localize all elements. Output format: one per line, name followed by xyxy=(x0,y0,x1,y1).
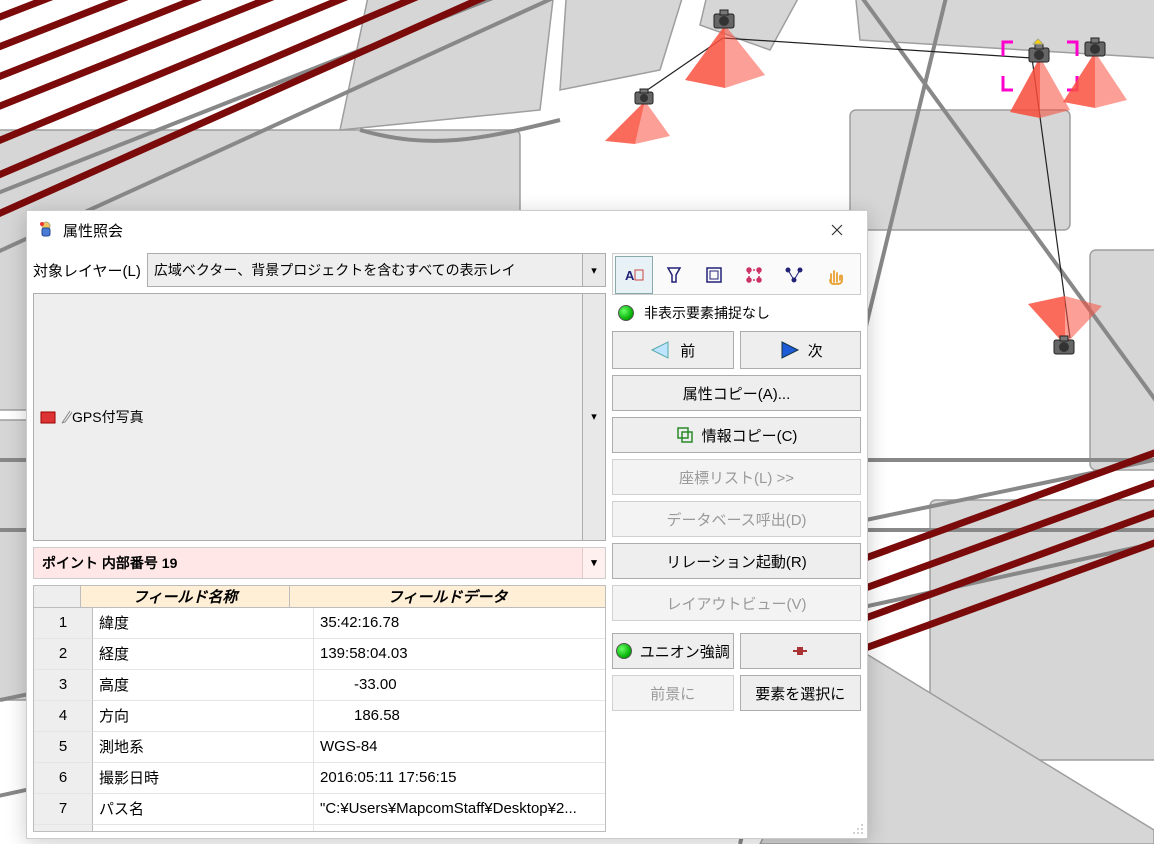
toolbar: A xyxy=(612,253,861,295)
attribute-grid[interactable]: フィールド名称 フィールドデータ 1緯度35:42:16.782経度139:58… xyxy=(33,585,606,833)
status-led-icon xyxy=(618,305,634,321)
copy-icon xyxy=(676,426,694,444)
tool-attr-icon[interactable]: A xyxy=(615,256,653,294)
field-data-cell[interactable]: 35:42:16.78 xyxy=(314,608,605,639)
select-element-button[interactable]: 要素を選択に xyxy=(740,675,862,711)
row-number[interactable]: 4 xyxy=(34,701,93,732)
field-name-cell[interactable]: パス名 xyxy=(93,794,314,825)
table-row[interactable]: 2経度139:58:04.03 xyxy=(34,639,605,670)
sublayer-dropdown[interactable]: GPS付写真 ▾ xyxy=(33,293,606,541)
union-target-button[interactable] xyxy=(740,633,862,669)
table-row[interactable]: 8No20 xyxy=(34,825,605,833)
row-number[interactable]: 2 xyxy=(34,639,93,670)
tool-nodes-icon[interactable] xyxy=(735,256,773,294)
dialog-titlebar[interactable]: 属性照会 xyxy=(27,211,867,249)
triangle-left-icon xyxy=(650,341,672,359)
field-name-cell[interactable]: 緯度 xyxy=(93,608,314,639)
svg-text:A: A xyxy=(625,268,635,283)
db-call-button[interactable]: データベース呼出(D) xyxy=(612,501,861,537)
nav-prev-button[interactable]: 前 xyxy=(612,331,734,369)
attr-copy-button[interactable]: 属性コピー(A)... xyxy=(612,375,861,411)
resize-grip-icon[interactable] xyxy=(851,822,865,836)
row-number[interactable]: 6 xyxy=(34,763,93,794)
field-name-cell[interactable]: 高度 xyxy=(93,670,314,701)
row-number[interactable]: 3 xyxy=(34,670,93,701)
element-combo[interactable]: ポイント 内部番号 19 ▾ xyxy=(33,547,606,579)
table-row[interactable]: 5測地系WGS-84 xyxy=(34,732,605,763)
pen-icon xyxy=(60,409,72,425)
field-name-cell[interactable]: 方向 xyxy=(93,701,314,732)
row-number[interactable]: 1 xyxy=(34,608,93,639)
table-row[interactable]: 6撮影日時2016:05:11 17:56:15 xyxy=(34,763,605,794)
layer-swatch-icon xyxy=(40,409,56,425)
field-name-cell[interactable]: 撮影日時 xyxy=(93,763,314,794)
field-name-cell[interactable]: 経度 xyxy=(93,639,314,670)
row-number[interactable]: 8 xyxy=(34,825,93,833)
target-layer-label: 対象レイヤー(L) xyxy=(33,260,141,281)
triangle-right-icon xyxy=(778,341,800,359)
table-row[interactable]: 1緯度35:42:16.78 xyxy=(34,608,605,639)
element-combo-value: ポイント 内部番号 19 xyxy=(42,553,177,573)
info-copy-button[interactable]: 情報コピー(C) xyxy=(612,417,861,453)
field-name-cell[interactable]: No xyxy=(93,825,314,833)
tool-layer-icon[interactable] xyxy=(695,256,733,294)
field-data-cell[interactable]: WGS-84 xyxy=(314,732,605,763)
capture-status-text: 非表示要素捕捉なし xyxy=(644,303,770,323)
table-row[interactable]: 4方向186.58 xyxy=(34,701,605,732)
table-row[interactable]: 7パス名"C:¥Users¥MapcomStaff¥Desktop¥2... xyxy=(34,794,605,825)
field-data-cell[interactable]: 186.58 xyxy=(314,701,605,732)
status-led-icon xyxy=(616,643,632,659)
chevron-down-icon: ▾ xyxy=(582,254,605,286)
field-data-cell[interactable]: -33.00 xyxy=(314,670,605,701)
grid-corner[interactable] xyxy=(34,586,81,608)
tool-filter-icon[interactable] xyxy=(655,256,693,294)
close-icon xyxy=(831,224,843,236)
grid-header-field-data[interactable]: フィールドデータ xyxy=(290,586,605,608)
field-data-cell[interactable]: 139:58:04.03 xyxy=(314,639,605,670)
tool-hand-icon[interactable] xyxy=(815,256,853,294)
target-layer-value: 広域ベクター、背景プロジェクトを含むすべての表示レイ xyxy=(154,260,599,280)
field-data-cell[interactable]: 2016:05:11 17:56:15 xyxy=(314,763,605,794)
row-number[interactable]: 7 xyxy=(34,794,93,825)
row-number[interactable]: 5 xyxy=(34,732,93,763)
chevron-down-icon: ▾ xyxy=(582,294,605,540)
tool-graph-icon[interactable] xyxy=(775,256,813,294)
to-foreground-button[interactable]: 前景に xyxy=(612,675,734,711)
layout-view-button[interactable]: レイアウトビュー(V) xyxy=(612,585,861,621)
chevron-down-icon: ▾ xyxy=(582,548,605,578)
capture-status-row: 非表示要素捕捉なし xyxy=(612,301,861,325)
field-name-cell[interactable]: 測地系 xyxy=(93,732,314,763)
coord-list-button[interactable]: 座標リスト(L) >> xyxy=(612,459,861,495)
attribute-dialog: 属性照会 対象レイヤー(L) 広域ベクター、背景プロジェクトを含むすべての表示レ… xyxy=(26,210,868,839)
field-data-cell[interactable]: "C:¥Users¥MapcomStaff¥Desktop¥2... xyxy=(314,794,605,825)
dialog-title: 属性照会 xyxy=(63,220,123,241)
target-pin-icon xyxy=(791,642,809,660)
close-button[interactable] xyxy=(817,215,857,245)
field-data-cell[interactable]: 20 xyxy=(314,825,605,833)
app-icon xyxy=(37,220,55,241)
table-row[interactable]: 3高度-33.00 xyxy=(34,670,605,701)
target-layer-dropdown[interactable]: 広域ベクター、背景プロジェクトを含むすべての表示レイ ▾ xyxy=(147,253,606,287)
nav-next-button[interactable]: 次 xyxy=(740,331,862,369)
union-highlight-button[interactable]: ユニオン強調 xyxy=(612,633,734,669)
sublayer-value: GPS付写真 xyxy=(72,407,599,427)
grid-header-field-name[interactable]: フィールド名称 xyxy=(81,586,290,608)
relation-button[interactable]: リレーション起動(R) xyxy=(612,543,861,579)
